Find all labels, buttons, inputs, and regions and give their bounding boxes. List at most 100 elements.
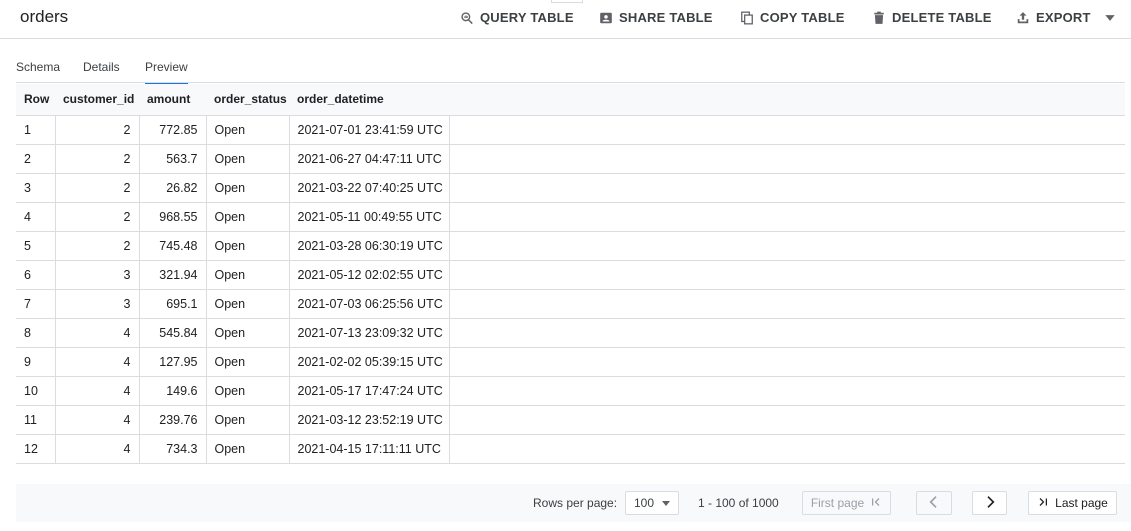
table-row: 7 3 695.1 Open 2021-07-03 06:25:56 UTC — [16, 289, 1125, 319]
pagination-bar: Rows per page: 100 1 - 100 of 1000 First… — [16, 484, 1131, 522]
cell-order-datetime: 2021-05-17 17:47:24 UTC — [289, 376, 450, 406]
cell-order-datetime: 2021-03-22 07:40:25 UTC — [289, 173, 450, 203]
cell-order-status: Open — [206, 115, 290, 145]
cell-customer-id: 2 — [55, 173, 140, 203]
query-table-button[interactable]: QUERY TABLE — [460, 10, 574, 25]
cell-order-datetime: 2021-07-13 23:09:32 UTC — [289, 318, 450, 348]
cell-row-number: 9 — [16, 347, 56, 377]
cell-row-number: 1 — [16, 115, 56, 145]
cell-amount: 127.95 — [139, 347, 207, 377]
cell-order-datetime: 2021-04-15 17:11:11 UTC — [289, 434, 450, 464]
cell-row-number: 3 — [16, 173, 56, 203]
rows-per-page-value: 100 — [634, 496, 655, 510]
cell-amount: 239.76 — [139, 405, 207, 435]
cell-customer-id: 2 — [55, 144, 140, 174]
cell-row-number: 11 — [16, 405, 56, 435]
last-page-button[interactable]: Last page — [1028, 491, 1117, 515]
table-row: 3 2 26.82 Open 2021-03-22 07:40:25 UTC — [16, 173, 1125, 203]
page-range-text: 1 - 100 of 1000 — [698, 496, 779, 510]
cell-order-datetime: 2021-02-02 05:39:15 UTC — [289, 347, 450, 377]
cell-customer-id: 2 — [55, 202, 140, 232]
column-header-customer-id[interactable]: customer_id — [55, 84, 139, 116]
table-row: 11 4 239.76 Open 2021-03-12 23:52:19 UTC — [16, 405, 1125, 435]
column-header-order-datetime[interactable]: order_datetime — [289, 84, 449, 116]
next-page-button[interactable] — [972, 491, 1007, 515]
cell-customer-id: 4 — [55, 376, 140, 406]
chevron-right-icon — [982, 494, 998, 513]
cell-customer-id: 2 — [55, 231, 140, 261]
table-row: 9 4 127.95 Open 2021-02-02 05:39:15 UTC — [16, 347, 1125, 377]
cell-row-number: 5 — [16, 231, 56, 261]
toolbar: QUERY TABLE SHARE TABLE COPY TABLE DELET… — [0, 0, 1131, 38]
table-row: 8 4 545.84 Open 2021-07-13 23:09:32 UTC — [16, 318, 1125, 348]
cell-order-status: Open — [206, 318, 290, 348]
rows-per-page-select[interactable]: 100 — [625, 491, 679, 515]
cell-amount: 321.94 — [139, 260, 207, 290]
column-header-row[interactable]: Row — [16, 84, 55, 116]
previous-page-button[interactable] — [916, 491, 952, 515]
cell-order-status: Open — [206, 144, 290, 174]
table-row: 12 4 734.3 Open 2021-04-15 17:11:11 UTC — [16, 434, 1125, 464]
cell-order-datetime: 2021-03-28 06:30:19 UTC — [289, 231, 450, 261]
cell-filler — [449, 405, 1125, 435]
cell-amount: 772.85 — [139, 115, 207, 145]
cell-customer-id: 2 — [55, 115, 140, 145]
last-page-label: Last page — [1055, 496, 1108, 510]
tabs-divider — [16, 82, 1125, 83]
delete-table-button[interactable]: DELETE TABLE — [872, 10, 992, 25]
cell-customer-id: 4 — [55, 318, 140, 348]
cell-order-datetime: 2021-03-12 23:52:19 UTC — [289, 405, 450, 435]
cell-filler — [449, 376, 1125, 406]
cell-order-status: Open — [206, 202, 290, 232]
cell-order-status: Open — [206, 347, 290, 377]
table-row: 10 4 149.6 Open 2021-05-17 17:47:24 UTC — [16, 376, 1125, 406]
column-header-amount[interactable]: amount — [139, 84, 206, 116]
cell-filler — [449, 289, 1125, 319]
cell-row-number: 8 — [16, 318, 56, 348]
tab-preview[interactable]: Preview — [145, 60, 188, 84]
cell-order-datetime: 2021-05-12 02:02:55 UTC — [289, 260, 450, 290]
export-button[interactable]: EXPORT — [1016, 10, 1117, 25]
cell-filler — [449, 115, 1125, 145]
copy-table-button[interactable]: COPY TABLE — [740, 10, 845, 25]
cell-filler — [449, 434, 1125, 464]
preview-table: Row customer_id amount order_status orde… — [16, 84, 1125, 464]
tab-schema[interactable]: Schema — [16, 60, 60, 82]
cell-filler — [449, 318, 1125, 348]
cell-filler — [449, 144, 1125, 174]
cell-amount: 545.84 — [139, 318, 207, 348]
cell-order-status: Open — [206, 260, 290, 290]
cell-row-number: 2 — [16, 144, 56, 174]
cell-customer-id: 4 — [55, 347, 140, 377]
last-page-icon — [1037, 496, 1049, 511]
table-row: 6 3 321.94 Open 2021-05-12 02:02:55 UTC — [16, 260, 1125, 290]
copy-icon — [740, 11, 754, 25]
cell-filler — [449, 173, 1125, 203]
cell-order-status: Open — [206, 405, 290, 435]
cell-order-datetime: 2021-07-01 23:41:59 UTC — [289, 115, 450, 145]
cell-order-status: Open — [206, 434, 290, 464]
cell-amount: 149.6 — [139, 376, 207, 406]
cell-filler — [449, 260, 1125, 290]
cell-filler — [449, 347, 1125, 377]
column-header-order-status[interactable]: order_status — [206, 84, 289, 116]
table-row: 2 2 563.7 Open 2021-06-27 04:47:11 UTC — [16, 144, 1125, 174]
cell-row-number: 6 — [16, 260, 56, 290]
dropdown-caret-icon — [662, 501, 670, 506]
first-page-button[interactable]: First page — [802, 491, 891, 515]
cell-order-datetime: 2021-06-27 04:47:11 UTC — [289, 144, 450, 174]
tab-details[interactable]: Details — [83, 60, 120, 82]
first-page-icon — [870, 496, 882, 511]
table-header-bar: orders QUERY TABLE SHARE TABLE COPY TABL… — [0, 0, 1131, 39]
first-page-label: First page — [810, 496, 865, 510]
share-table-button[interactable]: SHARE TABLE — [599, 10, 713, 25]
query-table-label: QUERY TABLE — [480, 10, 574, 25]
cell-filler — [449, 202, 1125, 232]
cell-customer-id: 3 — [55, 289, 140, 319]
cell-order-datetime: 2021-07-03 06:25:56 UTC — [289, 289, 450, 319]
cell-order-status: Open — [206, 289, 290, 319]
cell-order-datetime: 2021-05-11 00:49:55 UTC — [289, 202, 450, 232]
table-header-row: Row customer_id amount order_status orde… — [16, 84, 1125, 116]
tab-bar: Schema Details Preview — [0, 52, 1131, 84]
cell-amount: 563.7 — [139, 144, 207, 174]
